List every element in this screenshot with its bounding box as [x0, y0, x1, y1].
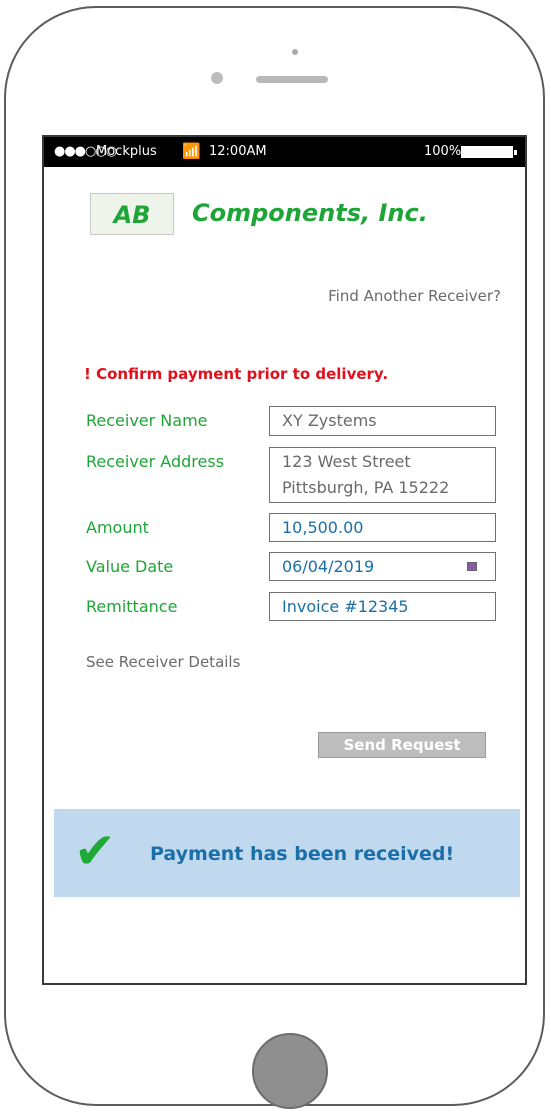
- receiver-address-label: Receiver Address: [86, 452, 225, 471]
- banner-message: Payment has been received!: [150, 843, 455, 865]
- receiver-name-field[interactable]: XY Zystems: [269, 406, 496, 436]
- receiver-address-field[interactable]: 123 West Street Pittsburgh, PA 15222: [269, 447, 496, 503]
- remittance-label: Remittance: [86, 597, 178, 616]
- payment-warning: ! Confirm payment prior to delivery.: [84, 365, 389, 383]
- amount-field[interactable]: 10,500.00: [269, 513, 496, 542]
- status-bar: ●●●○○○ Mockplus 📶 12:00AM 100%: [44, 137, 525, 167]
- value-date-label: Value Date: [86, 557, 174, 576]
- battery-percent: 100%: [424, 144, 462, 159]
- value-date-field[interactable]: 06/04/2019: [269, 552, 496, 581]
- find-another-receiver-link[interactable]: Find Another Receiver?: [328, 287, 501, 305]
- logo-mark: AB: [90, 193, 174, 235]
- earpiece-speaker: [256, 76, 328, 83]
- front-camera: [292, 49, 298, 55]
- status-time: 12:00AM: [209, 144, 267, 159]
- home-button[interactable]: [252, 1033, 328, 1109]
- see-receiver-details-link[interactable]: See Receiver Details: [86, 653, 240, 671]
- remittance-field[interactable]: Invoice #12345: [269, 592, 496, 621]
- company-name: Components, Inc.: [192, 199, 428, 227]
- checkmark-icon: ✔: [74, 822, 116, 880]
- wifi-icon: 📶: [182, 142, 201, 160]
- send-request-button[interactable]: Send Request: [318, 732, 486, 758]
- receiver-name-label: Receiver Name: [86, 411, 208, 430]
- address-line-2: Pittsburgh, PA 15222: [282, 478, 450, 497]
- value-date-text: 06/04/2019: [282, 557, 375, 576]
- app-screen: ●●●○○○ Mockplus 📶 12:00AM 100% AB Compon…: [42, 135, 527, 985]
- payment-received-banner: ✔ Payment has been received!: [54, 809, 520, 897]
- address-line-1: 123 West Street: [282, 452, 411, 471]
- carrier-name: Mockplus: [96, 144, 157, 159]
- proximity-sensor: [211, 72, 223, 84]
- amount-label: Amount: [86, 518, 149, 537]
- calendar-icon[interactable]: [467, 562, 477, 571]
- battery-icon: [461, 146, 517, 158]
